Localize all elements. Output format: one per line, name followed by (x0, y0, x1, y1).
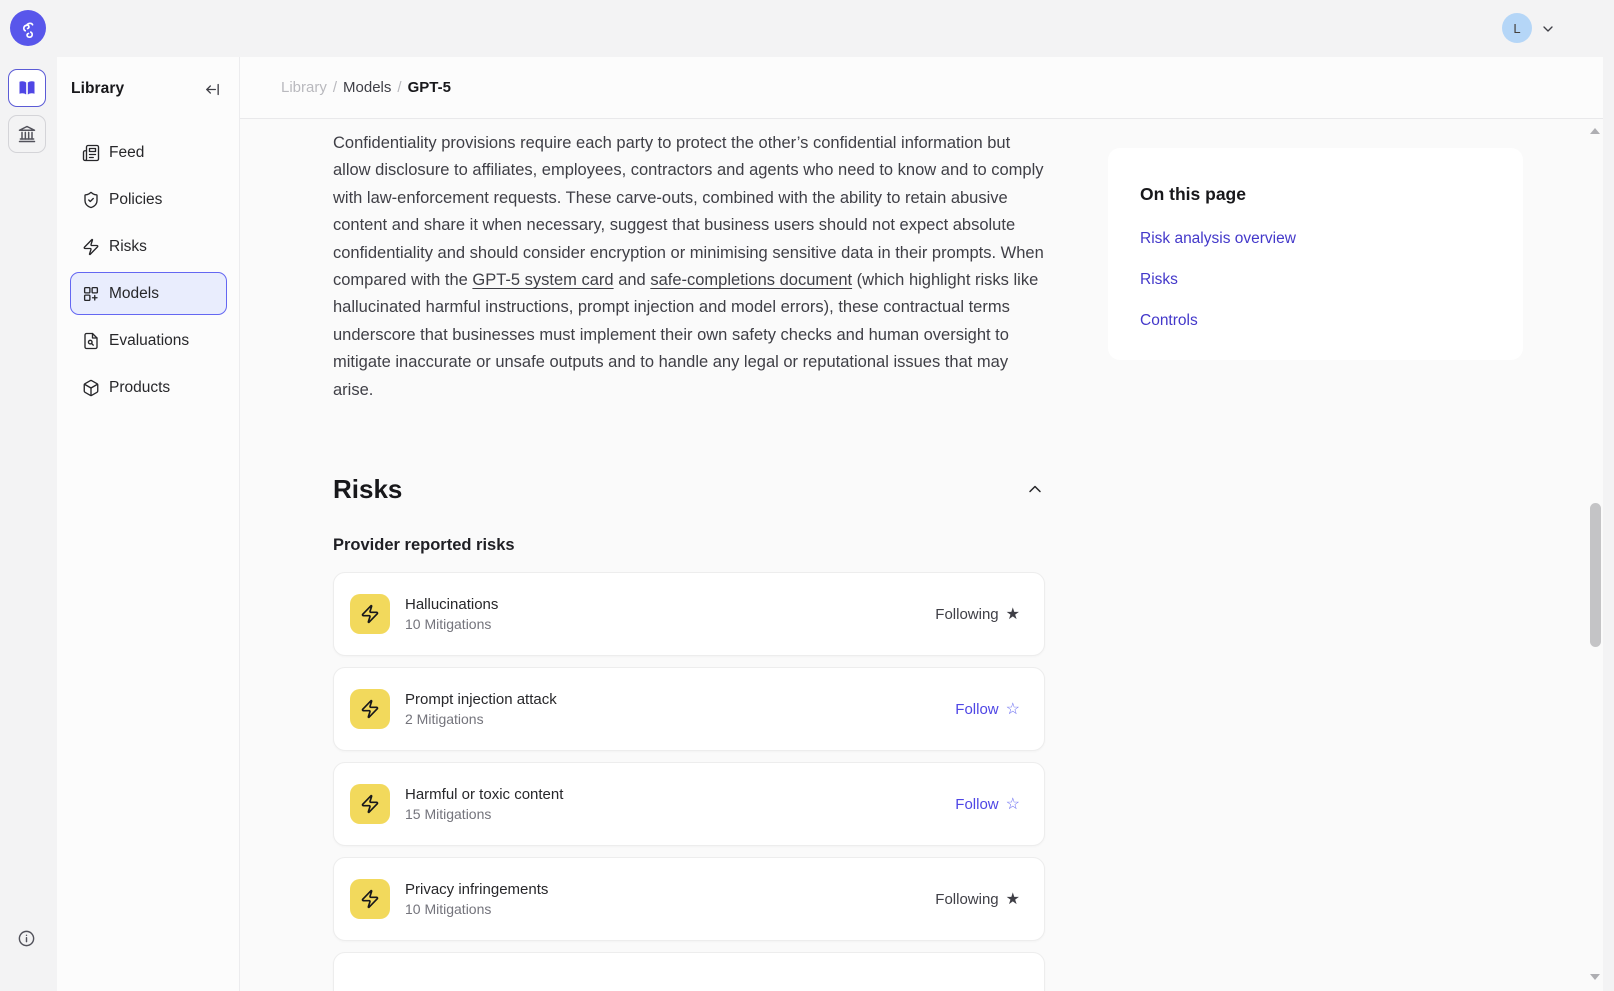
follow-state-label: Follow (955, 701, 998, 718)
risk-lightning-icon (350, 879, 390, 919)
breadcrumb-separator: / (397, 79, 401, 96)
sidebar-item-policies[interactable]: Policies (70, 178, 227, 221)
star-outline-icon: ☆ (1006, 699, 1020, 719)
squares-plus-icon (82, 285, 100, 303)
star-filled-icon: ★ (1006, 889, 1020, 909)
sidebar-title: Library (71, 80, 124, 98)
info-icon[interactable] (17, 929, 36, 948)
landmark-icon (17, 124, 37, 144)
app-logo[interactable] (10, 10, 46, 46)
sidebar-item-label: Models (109, 285, 159, 303)
follow-state-label: Following (935, 606, 998, 623)
paragraph-text: and (614, 271, 651, 289)
risk-card-harmful-content[interactable]: Harmful or toxic content 15 Mitigations … (333, 762, 1045, 846)
toc-link-risk-analysis-overview[interactable]: Risk analysis overview (1140, 230, 1491, 248)
risk-card-hallucinations[interactable]: Hallucinations 10 Mitigations Following … (333, 572, 1045, 656)
sidebar-item-label: Risks (109, 238, 147, 256)
chevron-down-icon[interactable] (1540, 21, 1556, 37)
risks-section-header: Risks (333, 471, 1045, 507)
sidebar-item-label: Feed (109, 144, 144, 162)
breadcrumb: Library / Models / GPT-5 (240, 57, 1603, 119)
follow-state-label: Following (935, 891, 998, 908)
rail-library-button[interactable] (8, 69, 46, 107)
rail-organization-button[interactable] (8, 115, 46, 153)
article-content: Confidentiality provisions require each … (333, 119, 1045, 404)
icon-rail (0, 57, 57, 991)
risk-mitigations-count: 15 Mitigations (405, 806, 563, 822)
document-search-icon (82, 332, 100, 350)
star-filled-icon: ★ (1006, 604, 1020, 624)
scrollbar-thumb[interactable] (1590, 503, 1601, 647)
following-button[interactable]: Following ★ (935, 889, 1020, 909)
content-scroll-area: Confidentiality provisions require each … (240, 119, 1603, 991)
sidebar-item-feed[interactable]: Feed (70, 131, 227, 174)
sidebar-nav: Feed Policies Risks (70, 131, 227, 409)
logo-squiggle-icon (17, 17, 39, 39)
breadcrumb-library[interactable]: Library (281, 79, 327, 96)
sidebar-item-products[interactable]: Products (70, 366, 227, 409)
paragraph-text: Confidentiality provisions require each … (333, 134, 1044, 289)
risk-title: Prompt injection attack (405, 691, 557, 708)
confidentiality-paragraph: Confidentiality provisions require each … (333, 130, 1045, 404)
risk-title: Hallucinations (405, 596, 498, 613)
risk-mitigations-count: 10 Mitigations (405, 901, 548, 917)
provider-reported-risks-title: Provider reported risks (333, 536, 515, 555)
risk-lightning-icon (350, 594, 390, 634)
follow-state-label: Follow (955, 796, 998, 813)
risks-section-title: Risks (333, 474, 402, 505)
risk-title: Harmful or toxic content (405, 786, 563, 803)
safe-completions-document-link[interactable]: safe-completions document (650, 271, 852, 289)
toc-link-controls[interactable]: Controls (1140, 312, 1491, 330)
sidebar-item-label: Products (109, 379, 170, 397)
toc-link-risks[interactable]: Risks (1140, 271, 1491, 289)
collapse-sidebar-icon[interactable] (204, 81, 221, 98)
on-this-page-panel: On this page Risk analysis overview Risk… (1108, 148, 1523, 360)
top-bar: L (0, 0, 1614, 57)
scrollbar-up-arrow[interactable] (1589, 127, 1601, 135)
sidebar-item-label: Evaluations (109, 332, 189, 350)
risk-mitigations-count: 10 Mitigations (405, 616, 498, 632)
gpt5-system-card-link[interactable]: GPT-5 system card (472, 271, 613, 289)
sidebar-item-evaluations[interactable]: Evaluations (70, 319, 227, 362)
lightning-icon (82, 238, 100, 256)
breadcrumb-separator: / (333, 79, 337, 96)
scrollbar-down-arrow[interactable] (1589, 973, 1601, 981)
following-button[interactable]: Following ★ (935, 604, 1020, 624)
sidebar-item-risks[interactable]: Risks (70, 225, 227, 268)
user-initial: L (1513, 21, 1520, 36)
risk-title: Privacy infringements (405, 881, 548, 898)
on-this-page-title: On this page (1140, 184, 1491, 205)
follow-button[interactable]: Follow ☆ (955, 699, 1020, 719)
main-panel: Library / Models / GPT-5 Confidentiality… (240, 57, 1603, 991)
newspaper-icon (82, 144, 100, 162)
risk-card-prompt-injection[interactable]: Prompt injection attack 2 Mitigations Fo… (333, 667, 1045, 751)
star-outline-icon: ☆ (1006, 794, 1020, 814)
book-open-icon (17, 78, 37, 98)
user-avatar[interactable]: L (1502, 13, 1532, 43)
breadcrumb-current-gpt5: GPT-5 (408, 79, 451, 96)
shield-check-icon (82, 191, 100, 209)
risk-lightning-icon (350, 784, 390, 824)
sidebar-item-models[interactable]: Models (70, 272, 227, 315)
library-sidebar: Library Feed Policies (57, 57, 240, 991)
follow-button[interactable]: Follow ☆ (955, 794, 1020, 814)
risk-lightning-icon (350, 689, 390, 729)
sidebar-header: Library (57, 57, 239, 121)
risk-card-privacy-infringements[interactable]: Privacy infringements 10 Mitigations Fol… (333, 857, 1045, 941)
breadcrumb-models[interactable]: Models (343, 79, 391, 96)
risk-mitigations-count: 2 Mitigations (405, 711, 557, 727)
package-icon (82, 379, 100, 397)
paragraph-text: (which highlight risks like hallucinated… (333, 271, 1038, 399)
sidebar-item-label: Policies (109, 191, 162, 209)
risk-card-partial[interactable] (333, 952, 1045, 991)
chevron-up-icon[interactable] (1025, 479, 1045, 499)
